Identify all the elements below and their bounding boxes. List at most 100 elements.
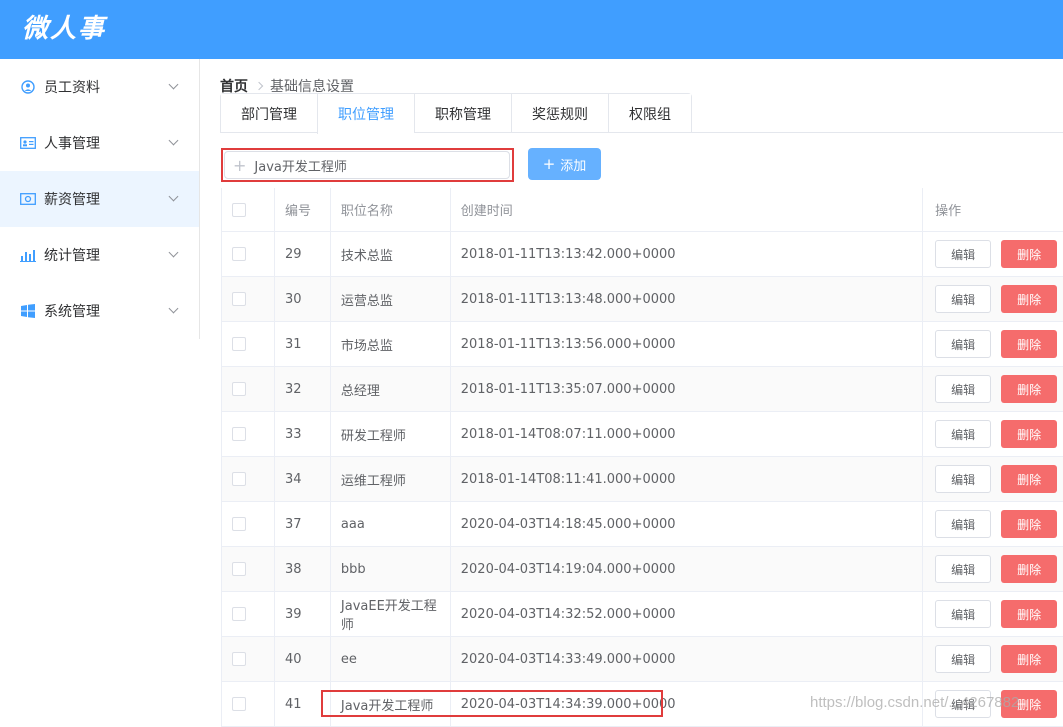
- cell-ops: 编辑 删除: [923, 367, 1063, 411]
- delete-button[interactable]: 删除: [1001, 285, 1058, 313]
- table-row: 38 bbb 2020-04-03T14:19:04.000+0000 编辑 删除: [221, 547, 1063, 592]
- delete-button[interactable]: 删除: [1001, 465, 1058, 493]
- highlight-annotation-row: [321, 690, 663, 717]
- row-checkbox[interactable]: [232, 652, 246, 666]
- cell-time: 2018-01-11T13:13:42.000+0000: [451, 232, 924, 276]
- cell-ops: 编辑 删除: [923, 322, 1063, 366]
- top-header: 微人事: [0, 0, 1063, 59]
- row-checkbox[interactable]: [232, 562, 246, 576]
- chevron-down-icon: [168, 79, 179, 90]
- table-row: 29 技术总监 2018-01-11T13:13:42.000+0000 编辑 删除: [221, 232, 1063, 277]
- row-checkbox[interactable]: [232, 247, 246, 261]
- row-checkbox[interactable]: [232, 697, 246, 711]
- add-button[interactable]: + 添加: [528, 148, 601, 180]
- tab-permission-group[interactable]: 权限组: [608, 94, 691, 133]
- table-row: 30 运营总监 2018-01-11T13:13:48.000+0000 编辑 删除: [221, 277, 1063, 322]
- row-checkbox[interactable]: [232, 337, 246, 351]
- cell-time: 2018-01-11T13:35:07.000+0000: [451, 367, 924, 411]
- cell-name: aaa: [331, 502, 451, 546]
- row-checkbox-cell: [222, 232, 275, 276]
- delete-button[interactable]: 删除: [1001, 645, 1058, 673]
- cell-id: 31: [275, 322, 331, 366]
- user-circle-icon: [20, 79, 36, 95]
- edit-button[interactable]: 编辑: [935, 330, 992, 358]
- cell-time: 2020-04-03T14:19:04.000+0000: [451, 547, 924, 591]
- cell-id: 39: [275, 592, 331, 636]
- delete-button[interactable]: 删除: [1001, 690, 1058, 718]
- edit-button[interactable]: 编辑: [935, 420, 992, 448]
- delete-button[interactable]: 删除: [1001, 600, 1058, 628]
- row-checkbox-cell: [222, 367, 275, 411]
- sidebar-item-label: 统计管理: [44, 248, 100, 264]
- cell-name: 研发工程师: [331, 412, 451, 456]
- row-checkbox[interactable]: [232, 427, 246, 441]
- cell-id: 34: [275, 457, 331, 501]
- chevron-right-icon: [254, 81, 264, 91]
- tab-title[interactable]: 职称管理: [414, 94, 511, 133]
- cell-ops: 编辑 删除: [923, 592, 1063, 636]
- sidebar-item-label: 系统管理: [44, 304, 100, 320]
- cell-time: 2020-04-03T14:33:49.000+0000: [451, 637, 924, 681]
- table-row: 32 总经理 2018-01-11T13:35:07.000+0000 编辑 删除: [221, 367, 1063, 412]
- row-checkbox-cell: [222, 592, 275, 636]
- edit-button[interactable]: 编辑: [935, 465, 992, 493]
- row-checkbox-cell: [222, 412, 275, 456]
- highlight-annotation-input: [221, 148, 514, 182]
- delete-button[interactable]: 删除: [1001, 330, 1058, 358]
- cell-id: 32: [275, 367, 331, 411]
- cell-id: 29: [275, 232, 331, 276]
- delete-button[interactable]: 删除: [1001, 240, 1058, 268]
- cell-id: 38: [275, 547, 331, 591]
- edit-button[interactable]: 编辑: [935, 600, 992, 628]
- tab-reward-punishment[interactable]: 奖惩规则: [511, 94, 608, 133]
- cell-id: 30: [275, 277, 331, 321]
- edit-button[interactable]: 编辑: [935, 690, 992, 718]
- delete-button[interactable]: 删除: [1001, 375, 1058, 403]
- table-row: 34 运维工程师 2018-01-14T08:11:41.000+0000 编辑 删除: [221, 457, 1063, 502]
- cell-ops: 编辑 删除: [923, 637, 1063, 681]
- edit-button[interactable]: 编辑: [935, 375, 992, 403]
- table-row: 33 研发工程师 2018-01-14T08:07:11.000+0000 编辑 删除: [221, 412, 1063, 457]
- tab-department[interactable]: 部门管理: [221, 94, 317, 133]
- sidebar-item-personnel[interactable]: 人事管理: [0, 115, 199, 171]
- edit-button[interactable]: 编辑: [935, 285, 992, 313]
- row-checkbox[interactable]: [232, 607, 246, 621]
- cell-ops: 编辑 删除: [923, 457, 1063, 501]
- chevron-down-icon: [168, 191, 179, 202]
- chevron-down-icon: [168, 303, 179, 314]
- row-checkbox[interactable]: [232, 472, 246, 486]
- delete-button[interactable]: 删除: [1001, 555, 1058, 583]
- sidebar-item-employee[interactable]: 员工资料: [0, 59, 199, 115]
- cell-name: JavaEE开发工程师: [331, 592, 451, 636]
- row-checkbox-cell: [222, 322, 275, 366]
- sidebar-item-label: 员工资料: [44, 80, 100, 96]
- row-checkbox-cell: [222, 457, 275, 501]
- row-checkbox[interactable]: [232, 517, 246, 531]
- sidebar-item-salary[interactable]: 薪资管理: [0, 171, 199, 227]
- chevron-down-icon: [168, 135, 179, 146]
- cell-name: ee: [331, 637, 451, 681]
- table-header-row: 编号 职位名称 创建时间 操作: [221, 188, 1063, 232]
- cell-id: 37: [275, 502, 331, 546]
- sidebar-item-system[interactable]: 系统管理: [0, 283, 199, 339]
- row-checkbox[interactable]: [232, 382, 246, 396]
- sidebar-item-statistics[interactable]: 统计管理: [0, 227, 199, 283]
- delete-button[interactable]: 删除: [1001, 420, 1058, 448]
- row-checkbox[interactable]: [232, 292, 246, 306]
- edit-button[interactable]: 编辑: [935, 240, 992, 268]
- cell-time: 2018-01-14T08:11:41.000+0000: [451, 457, 924, 501]
- select-all-checkbox[interactable]: [232, 202, 246, 217]
- cell-time: 2020-04-03T14:32:52.000+0000: [451, 592, 924, 636]
- bar-chart-icon: [20, 247, 36, 263]
- plus-icon: +: [542, 155, 556, 173]
- cell-name: 总经理: [331, 367, 451, 411]
- edit-button[interactable]: 编辑: [935, 510, 992, 538]
- cell-name: 运维工程师: [331, 457, 451, 501]
- edit-button[interactable]: 编辑: [935, 555, 992, 583]
- tab-bar: 部门管理 职位管理 职称管理 奖惩规则 权限组: [220, 93, 692, 134]
- edit-button[interactable]: 编辑: [935, 645, 992, 673]
- tab-position[interactable]: 职位管理: [317, 94, 414, 134]
- delete-button[interactable]: 删除: [1001, 510, 1058, 538]
- money-icon: [20, 191, 36, 207]
- row-checkbox-cell: [222, 682, 275, 726]
